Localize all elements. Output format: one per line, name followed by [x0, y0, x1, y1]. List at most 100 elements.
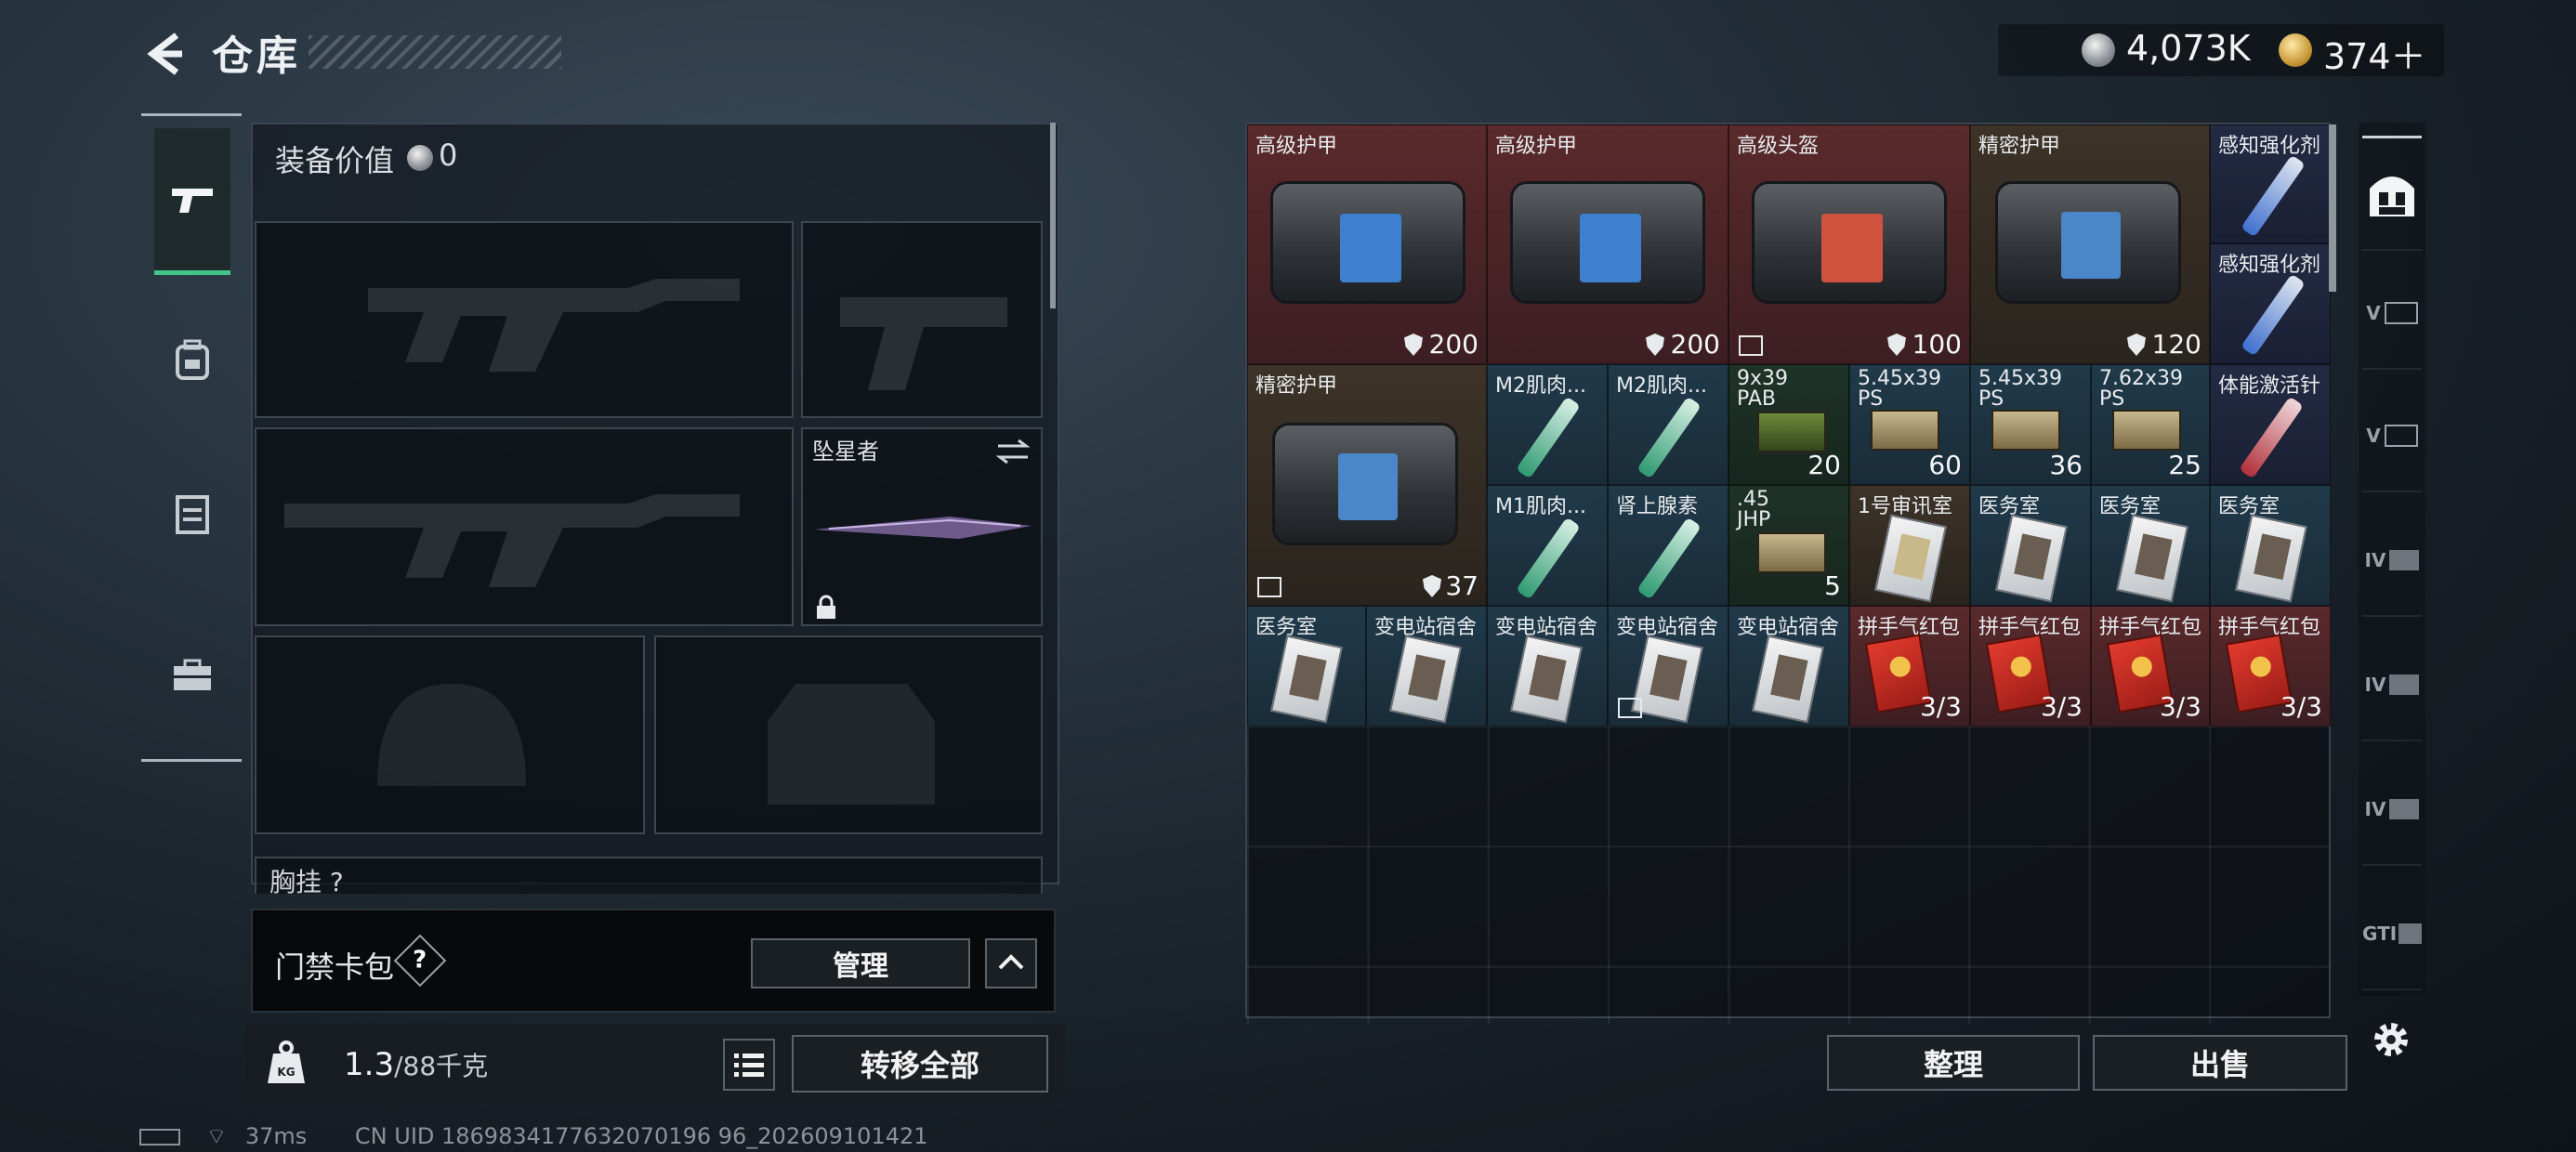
keycard-icon: [1751, 635, 1825, 724]
swap-arrows-icon[interactable]: [994, 437, 1032, 466]
keycard-icon: [1388, 635, 1463, 724]
storage-item[interactable]: 9x39 PAB 20: [1728, 364, 1849, 485]
storage-item[interactable]: 变电站宿舍: [1487, 606, 1608, 727]
lock-icon: [817, 595, 835, 619]
storage-item[interactable]: 医务室: [2210, 485, 2331, 606]
storage-item[interactable]: 高级头盔 100: [1728, 124, 1970, 364]
pistol-slot[interactable]: [801, 221, 1043, 418]
keycard-icon: [1269, 635, 1344, 724]
collapse-button[interactable]: [985, 938, 1037, 988]
syringe-icon: [2241, 154, 2306, 238]
status-line: ⌔ 37ms CN UID 1869834177632070196 96_202…: [139, 1122, 928, 1150]
storage-item[interactable]: 5.45x39 PS 36: [1970, 364, 2091, 485]
gold-amount[interactable]: 374＋: [2323, 28, 2426, 79]
melee-slot[interactable]: 坠星者: [801, 427, 1043, 626]
armor-bag-icon: [1270, 181, 1465, 304]
chest-rig-label: 胸挂 ?: [269, 867, 344, 897]
back-arrow-icon[interactable]: [139, 30, 188, 78]
transfer-all-button[interactable]: 转移全部: [792, 1035, 1048, 1093]
secondary-weapon-slot[interactable]: [255, 427, 794, 626]
syringe-icon: [1636, 396, 1702, 479]
helmet-slot[interactable]: [255, 635, 645, 834]
storage-item[interactable]: 医务室: [1247, 606, 1366, 727]
pistol-icon: [172, 188, 213, 213]
knife-icon: [814, 517, 1032, 539]
storage-item[interactable]: 拼手气红包 3/3: [1849, 606, 1970, 727]
keycard-wallet-label: 门禁卡包: [275, 949, 395, 985]
keycard-icon: [1509, 635, 1584, 724]
tab-weapons[interactable]: [154, 128, 230, 275]
storage-item[interactable]: 精密护甲 37: [1247, 364, 1487, 606]
helmet-bag-icon: [1752, 181, 1947, 304]
tab-backpack[interactable]: [154, 321, 230, 398]
storage-item[interactable]: 肾上腺素: [1608, 485, 1728, 606]
helmet-silhouette-icon: [377, 684, 526, 786]
manage-button[interactable]: 管理: [751, 938, 970, 988]
tab-storage-main[interactable]: [2362, 136, 2422, 251]
storage-item[interactable]: 高级护甲 200: [1247, 124, 1487, 364]
no-discard-icon: [1618, 698, 1642, 718]
storage-item[interactable]: M1肌肉...: [1487, 485, 1608, 606]
armor-slot[interactable]: [654, 635, 1043, 834]
storage-item[interactable]: 5.45x39 PS 60: [1849, 364, 1970, 485]
page-title: 仓库: [212, 33, 301, 80]
storage-item[interactable]: 变电站宿舍: [1728, 606, 1849, 727]
storage-item[interactable]: 7.62x39 PS 25: [2091, 364, 2210, 485]
keycard-icon: [2115, 514, 2189, 603]
sell-button[interactable]: 出售: [2093, 1035, 2347, 1091]
syringe-icon: [2241, 273, 2306, 357]
chevron-up-icon: [998, 954, 1024, 970]
organize-button[interactable]: 整理: [1827, 1035, 2080, 1091]
primary-weapon-slot[interactable]: [255, 221, 794, 418]
storage-item[interactable]: .45 JHP 5: [1728, 485, 1849, 606]
uid-text: CN UID 1869834177632070196 96_2026091014…: [354, 1123, 928, 1149]
tab-storage-iv1[interactable]: IV: [2362, 505, 2422, 617]
tab-storage-iv3[interactable]: IV: [2362, 754, 2422, 866]
storage-item[interactable]: M2肌肉...: [1608, 364, 1728, 485]
storage-item[interactable]: 体能激活针: [2210, 364, 2331, 485]
tab-vest[interactable]: [154, 476, 230, 552]
silver-coin-icon: [407, 145, 433, 171]
tab-storage-gti[interactable]: GTI: [2362, 879, 2422, 990]
storage-scrollbar[interactable]: [2329, 124, 2336, 292]
storage-item[interactable]: 高级护甲 200: [1487, 124, 1728, 364]
storage-item[interactable]: 感知强化剂: [2210, 243, 2331, 364]
durability-shield-icon: [1404, 334, 1423, 356]
silver-amount: 4,073K: [2126, 28, 2251, 69]
ammo-box-icon: [1757, 412, 1826, 452]
container-icon: [2389, 550, 2420, 570]
list-icon: [734, 1054, 764, 1077]
storage-item[interactable]: 变电站宿舍: [1608, 606, 1728, 727]
tab-case[interactable]: [154, 637, 230, 713]
storage-item[interactable]: 感知强化剂: [2210, 124, 2331, 243]
gold-coin-icon: [2279, 33, 2312, 67]
tab-storage-v2[interactable]: V: [2362, 381, 2422, 492]
storage-item[interactable]: 变电站宿舍: [1366, 606, 1487, 727]
storage-item[interactable]: 医务室: [1970, 485, 2091, 606]
chest-rig-slot[interactable]: [255, 857, 1043, 894]
container-icon: [2399, 923, 2422, 944]
melee-name: 坠星者: [812, 439, 879, 465]
syringe-icon: [1636, 517, 1702, 600]
pistol-silhouette-icon: [840, 297, 1007, 390]
storage-item[interactable]: M2肌肉...: [1487, 364, 1608, 485]
storage-item[interactable]: 拼手气红包 3/3: [1970, 606, 2091, 727]
svg-text:KG: KG: [277, 1066, 295, 1079]
keycard-icon: [1873, 514, 1948, 603]
weight-value: 1.3/88千克: [344, 1046, 489, 1083]
syringe-icon: [1516, 517, 1581, 600]
ammo-box-icon: [1991, 410, 2060, 451]
storage-item[interactable]: 拼手气红包 3/3: [2210, 606, 2331, 727]
equipment-scrollbar[interactable]: [1050, 123, 1056, 308]
tab-storage-iv2[interactable]: IV: [2362, 630, 2422, 741]
storage-item[interactable]: 医务室: [2091, 485, 2210, 606]
tab-storage-v1[interactable]: V: [2362, 258, 2422, 370]
storage-item[interactable]: 拼手气红包 3/3: [2091, 606, 2210, 727]
gear-icon[interactable]: [2368, 1016, 2414, 1063]
armor-bag-icon: [1510, 181, 1705, 304]
storage-item[interactable]: 1号审讯室: [1849, 485, 1970, 606]
silver-coin-icon: [2082, 33, 2115, 67]
storage-item[interactable]: 精密护甲 120: [1970, 124, 2210, 364]
list-view-button[interactable]: [723, 1039, 775, 1091]
no-discard-icon: [1739, 335, 1763, 356]
